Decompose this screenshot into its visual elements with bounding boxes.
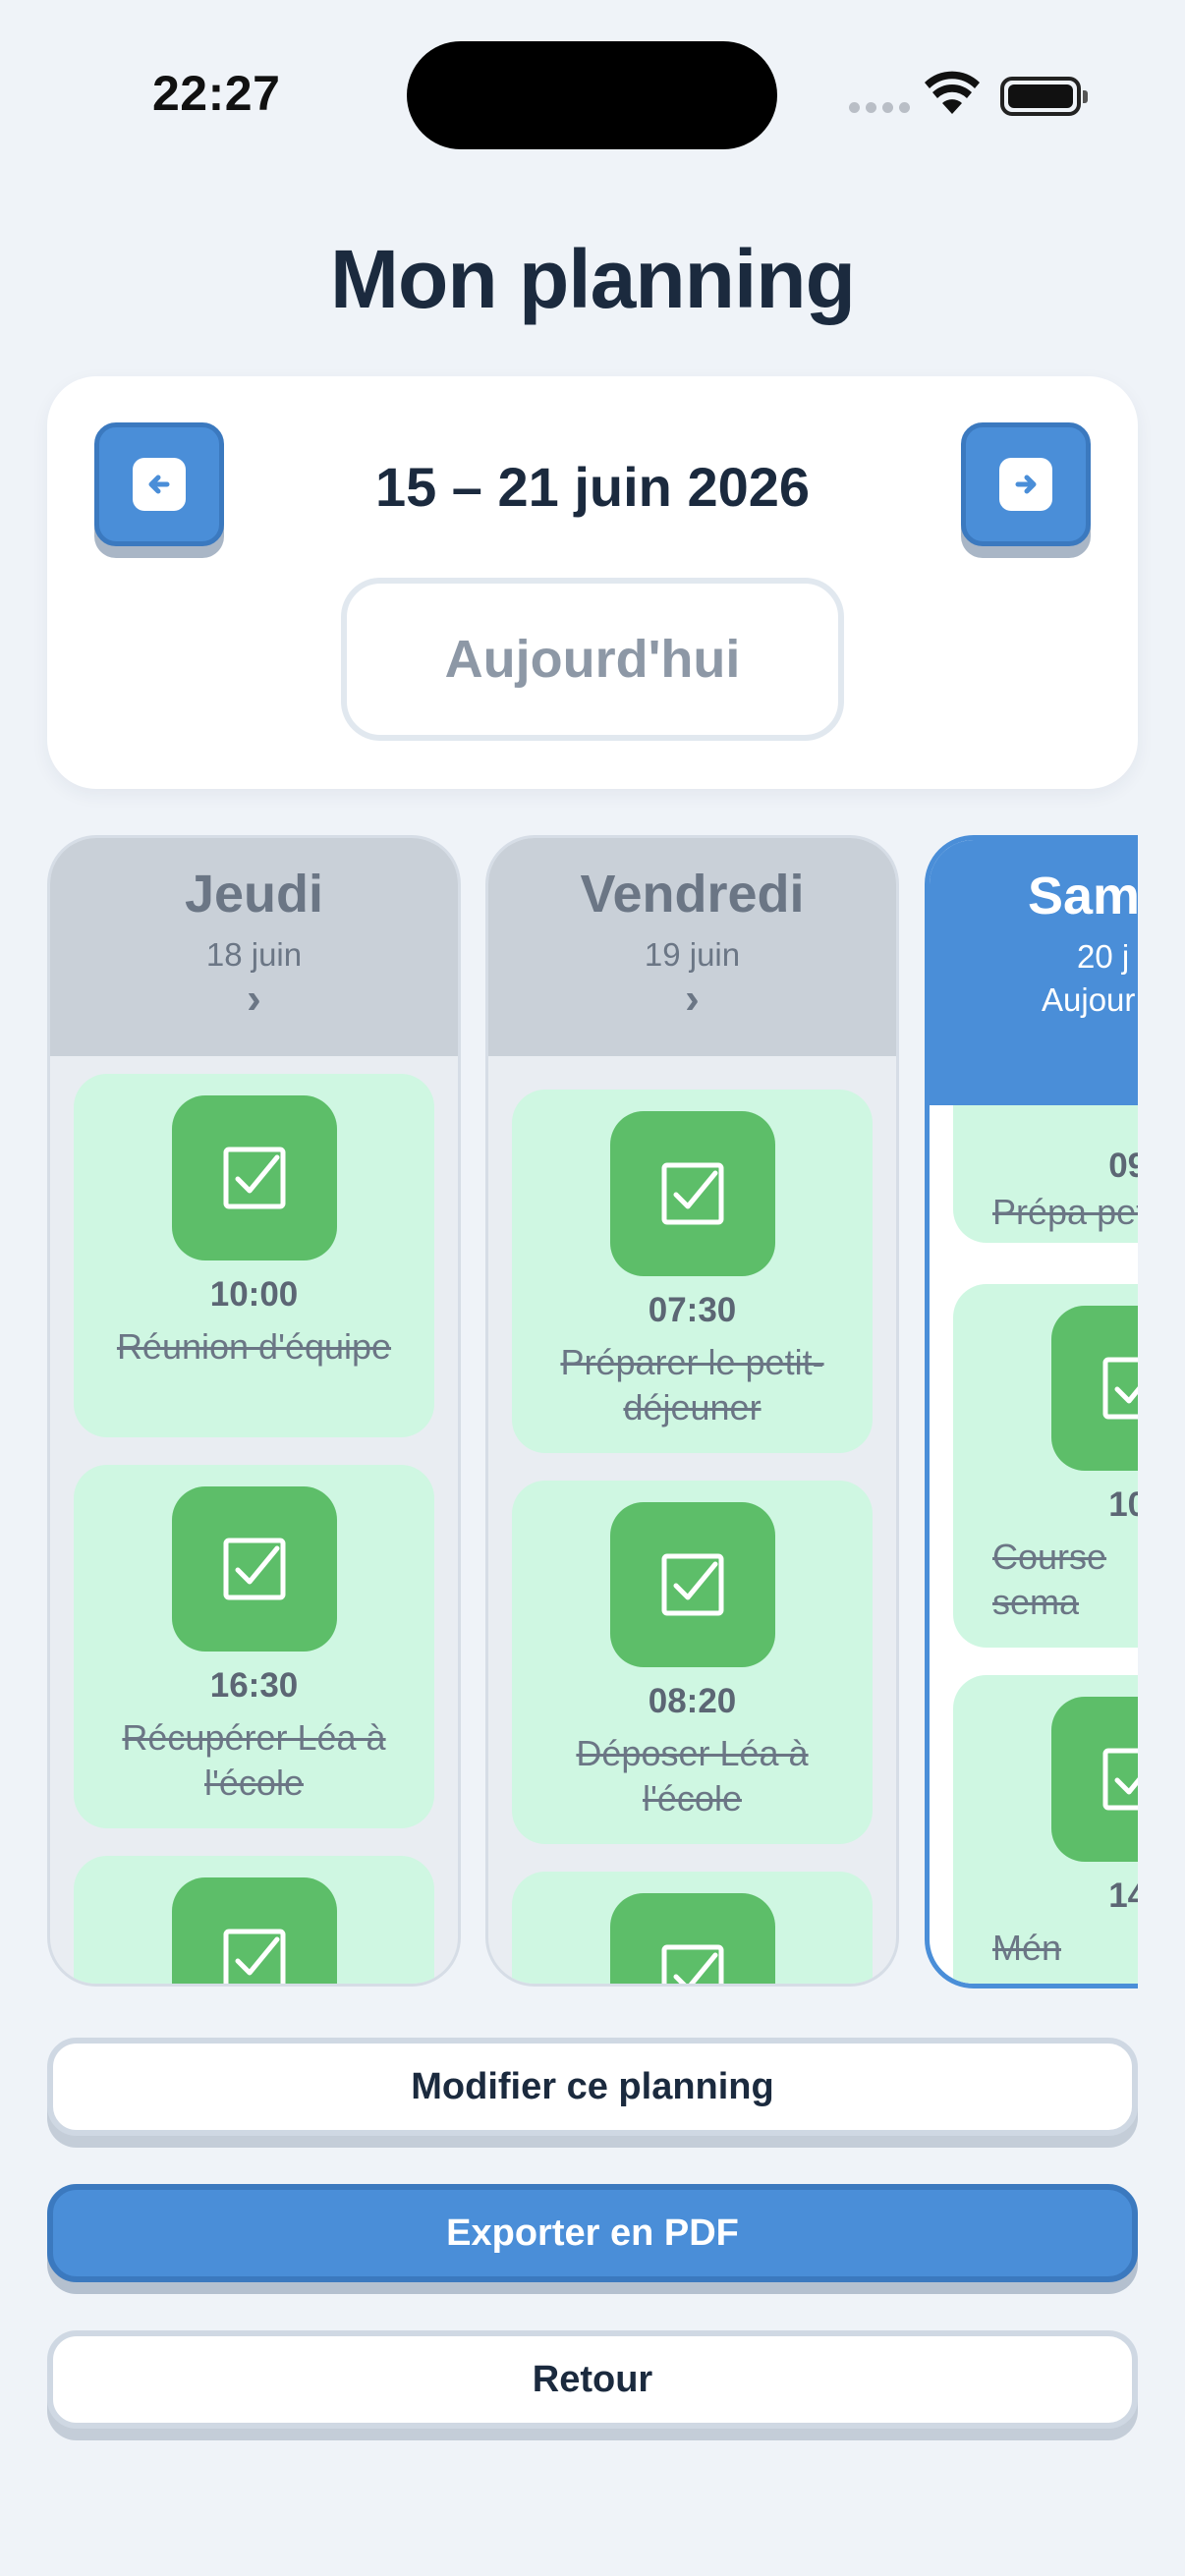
task-time: 10:00 [209,1275,299,1314]
day-name: Sam [1028,867,1138,925]
task-card[interactable] [74,1856,434,1984]
chevron-right-icon: › [930,1023,1138,1066]
next-week-button[interactable] [961,422,1091,546]
dynamic-island [407,41,777,149]
task-card[interactable]: 10: Course sema [953,1284,1138,1648]
cellular-signal-icon [849,102,910,113]
battery-icon [1000,77,1088,116]
days-strip[interactable]: Jeudi 18 juin › 10:00 Réunion d'équipe 1… [47,835,1138,1990]
chevron-right-icon: › [247,975,261,1023]
checkbox-checked-icon [661,1944,724,1984]
checkbox-checked-icon [223,1147,286,1209]
task-card[interactable]: 08:20 Déposer Léa à l'école [512,1481,873,1844]
day-header[interactable]: Jeudi 18 juin › [50,838,458,1056]
day-date: 18 juin [205,936,303,973]
task-label: Préparer le petit-déjeuner [560,1342,824,1428]
task-checkbox[interactable] [172,1486,337,1652]
chevron-right-icon: › [685,975,700,1023]
checkbox-checked-icon [223,1538,286,1600]
day-header-today[interactable]: Sam 20 j Aujour › [930,840,1138,1105]
checkbox-checked-icon [661,1162,724,1225]
task-time: 07:30 [648,1291,737,1329]
wifi-icon [925,71,980,114]
task-label: Mén [992,1928,1062,1968]
task-card[interactable]: 07:30 Préparer le petit-déjeuner [512,1090,873,1453]
task-label: Prépa petit-dé [992,1192,1138,1232]
task-label: Course sema [992,1537,1107,1622]
back-button[interactable]: Retour [47,2330,1138,2429]
day-name: Jeudi [184,865,324,924]
day-column-friday: Vendredi 19 juin › 07:30 Préparer le pet… [485,835,899,1987]
task-time: 10: [1108,1485,1138,1524]
task-checkbox[interactable] [610,1893,775,1984]
task-time: 16:30 [209,1666,299,1705]
task-label: Déposer Léa à l'école [576,1733,809,1819]
task-card[interactable]: 10:00 Réunion d'équipe [74,1074,434,1437]
checkbox-checked-icon [1102,1357,1138,1420]
task-card[interactable] [512,1872,873,1984]
day-header[interactable]: Vendredi 19 juin › [488,838,896,1056]
task-card[interactable]: 16:30 Récupérer Léa à l'école [74,1465,434,1828]
edit-planning-button[interactable]: Modifier ce planning [47,2038,1138,2136]
export-pdf-button[interactable]: Exporter en PDF [47,2184,1138,2282]
task-time: 08:20 [648,1682,737,1720]
task-checkbox[interactable] [610,1502,775,1667]
checkbox-checked-icon [223,1929,286,1984]
status-time: 22:27 [152,66,281,121]
task-checkbox[interactable] [172,1095,337,1260]
day-date: 19 juin [644,936,741,973]
today-button[interactable]: Aujourd'hui [341,578,844,741]
task-checkbox[interactable] [172,1877,337,1984]
task-time: 14: [1108,1876,1138,1915]
checkbox-checked-icon [661,1553,724,1616]
page-title: Mon planning [330,233,856,325]
day-column-thursday: Jeudi 18 juin › 10:00 Réunion d'équipe 1… [47,835,461,1987]
day-column-saturday-today: Sam 20 j Aujour › 09: Prépa petit-dé 10:… [925,835,1138,1988]
task-checkbox[interactable] [1051,1697,1138,1862]
checkbox-checked-icon [1102,1748,1138,1811]
task-checkbox[interactable] [610,1111,775,1276]
task-label: Réunion d'équipe [116,1326,392,1367]
task-time: 09: [1108,1147,1138,1185]
task-label: Récupérer Léa à l'école [122,1717,386,1803]
status-bar: 22:27 [0,0,1185,187]
today-indicator: Aujour [1042,981,1136,1018]
day-name: Vendredi [580,865,805,924]
arrow-right-icon [999,458,1052,511]
week-navigation-card: 15 – 21 juin 2026 Aujourd'hui [47,376,1138,789]
task-checkbox[interactable] [1051,1306,1138,1471]
day-date: 20 j [1077,938,1130,975]
task-card[interactable]: 14: Mén [953,1675,1138,1984]
